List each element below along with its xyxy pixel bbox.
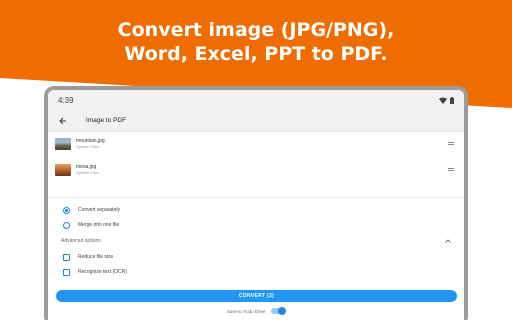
option-label: Recognize text (OCR)	[78, 269, 127, 275]
headline: Convert image (JPG/PNG), Word, Excel, PP…	[0, 18, 512, 66]
convert-button[interactable]: CONVERT (2)	[56, 290, 457, 302]
file-item-mesa[interactable]: mesa.jpg System Files	[48, 160, 464, 180]
save-to-drive-toggle[interactable]	[271, 307, 287, 315]
headline-line-2: Word, Excel, PPT to PDF.	[124, 43, 388, 65]
option-convert-separately[interactable]: Convert separately	[63, 205, 120, 215]
app-bar: Image to PDF	[48, 110, 464, 132]
option-label: Convert separately	[78, 207, 120, 213]
arrow-left-icon[interactable]	[56, 114, 70, 128]
radio-selected-icon[interactable]	[63, 206, 70, 214]
checkbox-icon[interactable]	[63, 268, 70, 276]
headline-line-1: Convert image (JPG/PNG),	[117, 19, 395, 41]
battery-icon	[450, 96, 454, 104]
status-icons	[439, 96, 454, 104]
option-merge-into-one[interactable]: Merge into one file	[63, 220, 119, 230]
file-source: System Files	[76, 170, 99, 175]
page-title: Image to PDF	[86, 117, 127, 124]
file-thumbnail	[55, 164, 71, 176]
file-item-mountain[interactable]: mountain.jpg System Files	[48, 134, 464, 154]
checkbox-icon[interactable]	[63, 253, 70, 261]
file-source: System Files	[76, 144, 99, 149]
app-screen: 4:39 Image to PDF mountain.jpg System Fi…	[48, 90, 464, 320]
radio-unselected-icon[interactable]	[63, 221, 70, 229]
wifi-icon	[439, 97, 447, 104]
file-thumbnail	[55, 138, 71, 150]
divider	[48, 197, 464, 198]
save-to-drive-row: Save to Xodo Drive	[48, 307, 464, 315]
status-time: 4:39	[58, 95, 74, 105]
option-reduce-file-size[interactable]: Reduce file size	[63, 252, 113, 262]
option-label: Merge into one file	[78, 222, 120, 228]
status-bar: 4:39	[48, 90, 464, 110]
drag-handle-icon[interactable]	[448, 142, 454, 145]
advanced-options-label: Advanced options	[61, 238, 101, 244]
option-label: Reduce file size	[78, 254, 114, 260]
advanced-options-header[interactable]: Advanced options	[61, 236, 451, 246]
option-recognize-text[interactable]: Recognize text (OCR)	[63, 267, 127, 277]
chevron-up-icon[interactable]	[445, 239, 451, 243]
drag-handle-icon[interactable]	[448, 168, 454, 171]
save-to-drive-label: Save to Xodo Drive	[226, 308, 266, 314]
